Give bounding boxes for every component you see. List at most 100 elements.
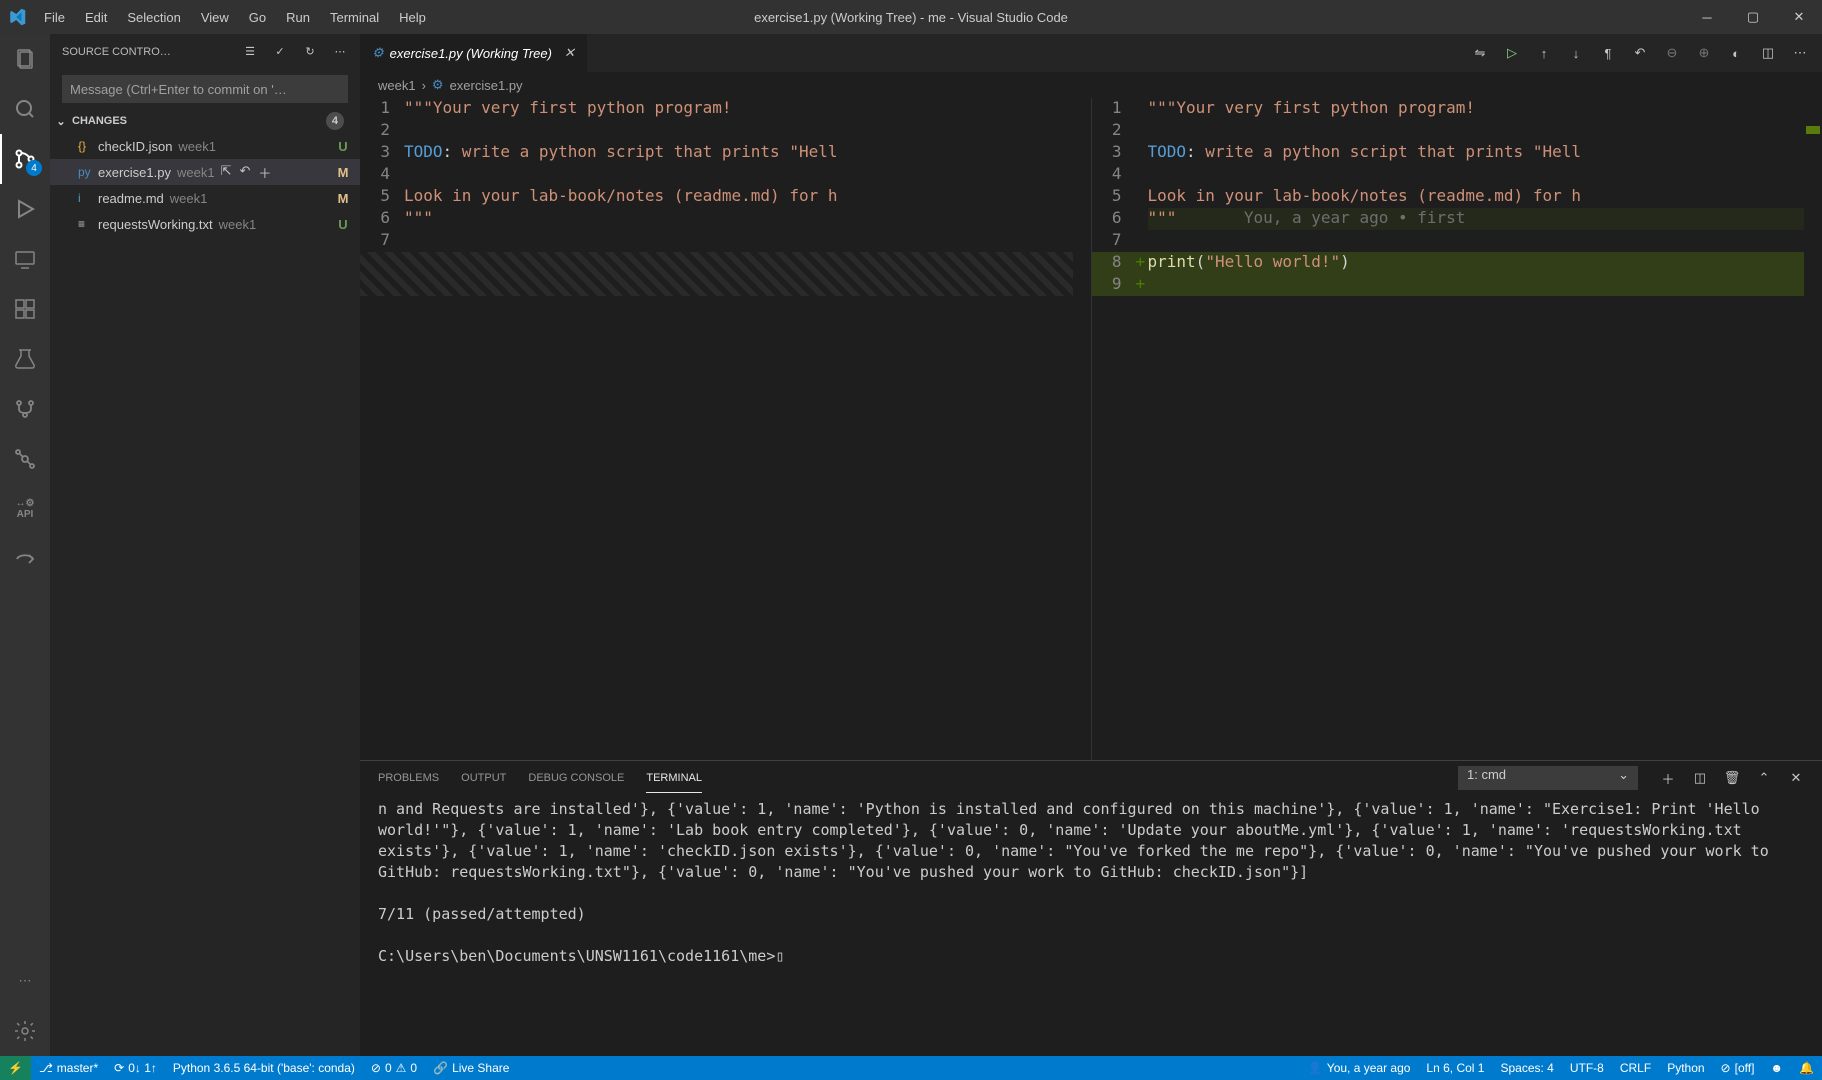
- eol[interactable]: CRLF: [1612, 1056, 1659, 1080]
- code-line[interactable]: 5Look in your lab-book/notes (readme.md)…: [360, 186, 1091, 208]
- source-control-icon[interactable]: 4: [0, 134, 50, 184]
- code-line[interactable]: 9+: [1092, 274, 1822, 296]
- prettier-status[interactable]: ⊘[off]: [1713, 1056, 1763, 1080]
- code-line[interactable]: 8+print("Hello world!"): [1092, 252, 1822, 274]
- code-line[interactable]: 3TODO: write a python script that prints…: [360, 142, 1091, 164]
- explorer-icon[interactable]: [0, 34, 50, 84]
- stage-icon[interactable]: ＋: [258, 163, 271, 182]
- menu-selection[interactable]: Selection: [117, 0, 190, 34]
- discard-icon[interactable]: ↶: [239, 163, 250, 182]
- previous-change-icon[interactable]: ↑: [1536, 45, 1552, 61]
- menu-view[interactable]: View: [191, 0, 239, 34]
- testing-icon[interactable]: [0, 334, 50, 384]
- panel-tab-problems[interactable]: PROBLEMS: [378, 764, 439, 792]
- breadcrumbs[interactable]: week1 › ⚙ exercise1.py: [360, 72, 1822, 98]
- toggle-view-icon[interactable]: ◐: [1728, 45, 1744, 61]
- problems-indicator[interactable]: ⊘0⚠0: [363, 1056, 425, 1080]
- code-line[interactable]: 4: [1092, 164, 1822, 186]
- revert-icon[interactable]: ↶: [1632, 45, 1648, 61]
- code-line[interactable]: 5Look in your lab-book/notes (readme.md)…: [1092, 186, 1822, 208]
- diff-original-pane[interactable]: 1"""Your very first python program!23TOD…: [360, 98, 1092, 760]
- minimize-button[interactable]: ─: [1684, 0, 1730, 34]
- close-button[interactable]: ✕: [1776, 0, 1822, 34]
- terminal-selector[interactable]: 1: cmd⌄: [1458, 766, 1638, 790]
- feedback-icon[interactable]: ☻: [1762, 1056, 1791, 1080]
- api-icon[interactable]: ↔⚙API: [0, 484, 50, 534]
- split-terminal-icon[interactable]: ◫: [1692, 770, 1708, 786]
- panel-tab-output[interactable]: OUTPUT: [461, 764, 506, 792]
- editor-more-icon[interactable]: ⋯: [1792, 45, 1808, 61]
- panel-tab-debug-console[interactable]: DEBUG CONSOLE: [528, 764, 624, 792]
- kill-terminal-icon[interactable]: 🗑: [1724, 770, 1740, 786]
- open-file-icon[interactable]: ⇱: [221, 163, 232, 182]
- run-icon[interactable]: ▷: [1504, 45, 1520, 61]
- remote-explorer-icon[interactable]: [0, 234, 50, 284]
- more-actions-icon[interactable]: ⋯: [332, 44, 348, 60]
- code-line[interactable]: 7: [1092, 230, 1822, 252]
- maximize-button[interactable]: ▢: [1730, 0, 1776, 34]
- branch-indicator[interactable]: ⎇master*: [31, 1056, 106, 1080]
- file-item-exercise1-py[interactable]: pyexercise1.pyweek1⇱↶＋M: [50, 159, 360, 185]
- indentation[interactable]: Spaces: 4: [1492, 1056, 1561, 1080]
- whitespace-icon[interactable]: ¶: [1600, 45, 1616, 61]
- code-line[interactable]: 4: [360, 164, 1091, 186]
- code-line[interactable]: 6""": [360, 208, 1091, 230]
- breadcrumb-folder[interactable]: week1: [378, 78, 416, 93]
- git-graph-icon[interactable]: [0, 384, 50, 434]
- maximize-panel-icon[interactable]: ⌃: [1756, 770, 1772, 786]
- menu-edit[interactable]: Edit: [75, 0, 117, 34]
- commit-icon[interactable]: ✓: [272, 44, 288, 60]
- cursor-position[interactable]: Ln 6, Col 1: [1418, 1056, 1492, 1080]
- diff-modified-pane[interactable]: 1"""Your very first python program!23TOD…: [1092, 98, 1822, 760]
- terminal-output[interactable]: n and Requests are installed'}, {'value'…: [360, 795, 1822, 1056]
- code-line[interactable]: 7: [360, 230, 1091, 252]
- collapse-unchanged-icon[interactable]: ⊖: [1664, 45, 1680, 61]
- minimap-right[interactable]: [1804, 98, 1822, 760]
- blame-info[interactable]: 👤You, a year ago: [1300, 1056, 1419, 1080]
- sync-indicator[interactable]: ⟳0↓ 1↑: [106, 1056, 165, 1080]
- close-tab-icon[interactable]: ✕: [564, 45, 575, 61]
- code-line[interactable]: 6""" You, a year ago • first: [1092, 208, 1822, 230]
- split-editor-icon[interactable]: ◫: [1760, 45, 1776, 61]
- next-change-icon[interactable]: ↓: [1568, 45, 1584, 61]
- minimap-left[interactable]: [1073, 98, 1091, 760]
- notifications-icon[interactable]: 🔔: [1791, 1056, 1822, 1080]
- breadcrumb-file[interactable]: exercise1.py: [450, 78, 523, 93]
- commit-message-input[interactable]: [62, 75, 348, 103]
- close-panel-icon[interactable]: ✕: [1788, 770, 1804, 786]
- menu-run[interactable]: Run: [276, 0, 320, 34]
- gitlens-icon[interactable]: [0, 434, 50, 484]
- run-debug-icon[interactable]: [0, 184, 50, 234]
- share-icon[interactable]: [0, 534, 50, 584]
- code-line[interactable]: 1"""Your very first python program!: [1092, 98, 1822, 120]
- tab-exercise1[interactable]: ⚙ exercise1.py (Working Tree) ✕: [360, 34, 588, 72]
- file-item-readme-md[interactable]: ireadme.mdweek1M: [50, 185, 360, 211]
- refresh-icon[interactable]: ↻: [302, 44, 318, 60]
- remote-indicator[interactable]: ⚡: [0, 1056, 31, 1080]
- menu-file[interactable]: File: [34, 0, 75, 34]
- extensions-icon[interactable]: [0, 284, 50, 334]
- file-item-requestsWorking-txt[interactable]: ≡requestsWorking.txtweek1U: [50, 211, 360, 237]
- new-terminal-icon[interactable]: ＋: [1660, 770, 1676, 786]
- menu-go[interactable]: Go: [239, 0, 276, 34]
- more-icon[interactable]: ⋯: [0, 956, 50, 1006]
- tabbar: ⚙ exercise1.py (Working Tree) ✕ ⇋ ▷ ↑ ↓ …: [360, 34, 1822, 72]
- encoding[interactable]: UTF-8: [1562, 1056, 1612, 1080]
- language-mode[interactable]: Python: [1659, 1056, 1712, 1080]
- changes-section-header[interactable]: ⌄ CHANGES 4: [50, 109, 360, 133]
- code-line[interactable]: 2: [1092, 120, 1822, 142]
- python-interpreter[interactable]: Python 3.6.5 64-bit ('base': conda): [165, 1056, 363, 1080]
- menu-terminal[interactable]: Terminal: [320, 0, 389, 34]
- code-line[interactable]: 1"""Your very first python program!: [360, 98, 1091, 120]
- search-icon[interactable]: [0, 84, 50, 134]
- menu-help[interactable]: Help: [389, 0, 436, 34]
- compare-changes-icon[interactable]: ⇋: [1472, 45, 1488, 61]
- expand-unchanged-icon[interactable]: ⊕: [1696, 45, 1712, 61]
- settings-gear-icon[interactable]: [0, 1006, 50, 1056]
- live-share[interactable]: 🔗Live Share: [425, 1056, 517, 1080]
- view-tree-icon[interactable]: ☰: [242, 44, 258, 60]
- code-line[interactable]: 3TODO: write a python script that prints…: [1092, 142, 1822, 164]
- code-line[interactable]: 2: [360, 120, 1091, 142]
- panel-tab-terminal[interactable]: TERMINAL: [646, 764, 702, 793]
- file-item-checkID-json[interactable]: {}checkID.jsonweek1U: [50, 133, 360, 159]
